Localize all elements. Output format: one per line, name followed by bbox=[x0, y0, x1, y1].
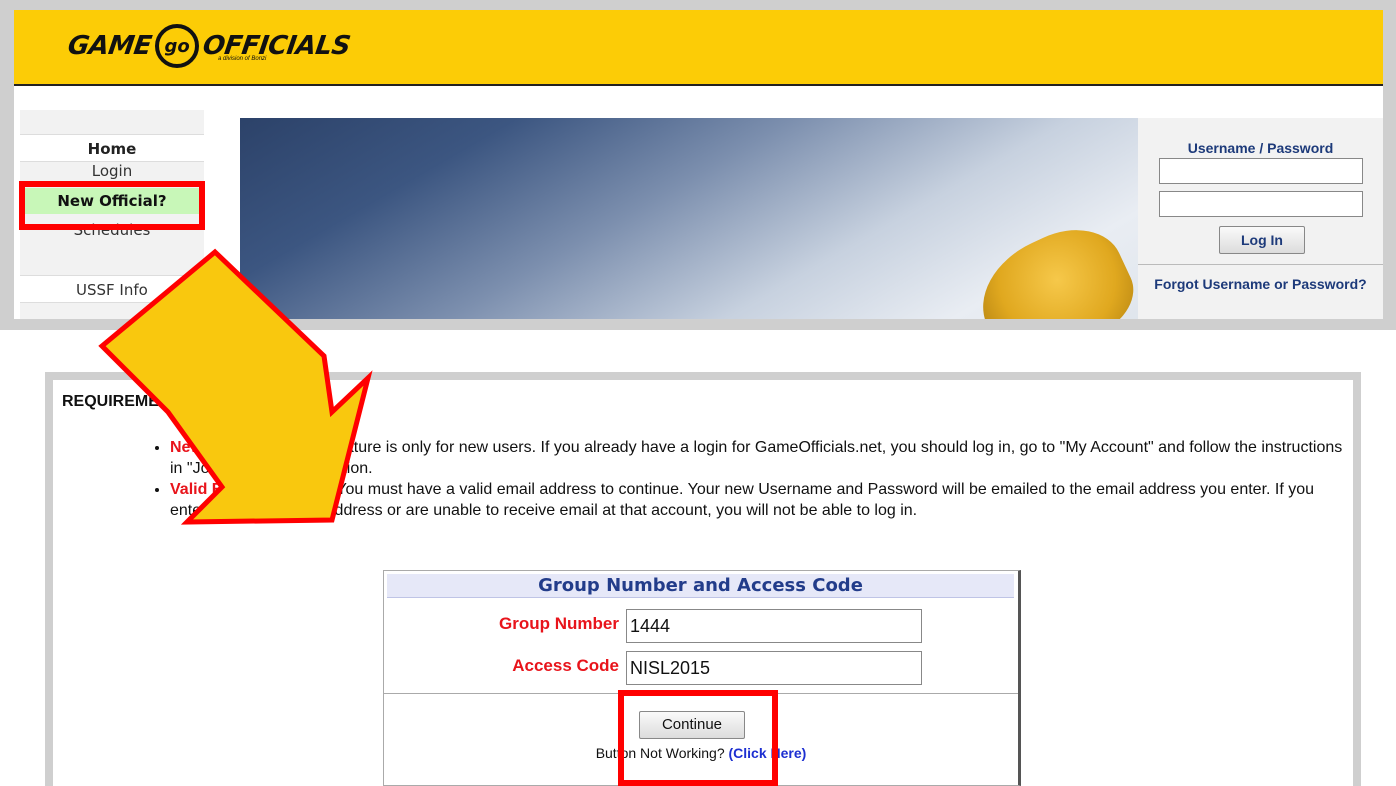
form-title: Group Number and Access Code bbox=[387, 574, 1014, 598]
requirement-item: Valid Email Address - You must have a va… bbox=[170, 479, 1348, 521]
requirement-text: - This feature is only for new users. If… bbox=[170, 439, 1343, 477]
nav-item-ussf-info[interactable]: USSF Info bbox=[20, 275, 204, 303]
requirements-list: New User Only - This feature is only for… bbox=[148, 437, 1348, 521]
nav-item-home[interactable]: Home bbox=[20, 134, 204, 162]
requirement-text: - You must have a valid email address to… bbox=[170, 481, 1315, 519]
access-code-input[interactable]: NISL2015 bbox=[626, 651, 922, 685]
hero-banner-image bbox=[240, 118, 1138, 319]
group-number-label: Group Number bbox=[499, 614, 619, 633]
access-code-label: Access Code bbox=[512, 656, 619, 675]
login-button[interactable]: Log In bbox=[1219, 226, 1305, 254]
forgot-password-link[interactable]: Forgot Username or Password? bbox=[1138, 276, 1383, 292]
requirements-heading: REQUIREMENTS bbox=[62, 393, 191, 410]
login-divider bbox=[1138, 264, 1383, 265]
site-page: GAME go OFFICIALS a division of Bonzi Ho… bbox=[14, 10, 1383, 319]
highlight-continue bbox=[618, 690, 778, 786]
umbrella-image bbox=[963, 211, 1138, 319]
requirement-term: Valid Email Address bbox=[170, 481, 323, 498]
requirement-item: New User Only - This feature is only for… bbox=[170, 437, 1348, 479]
logo-word-game: GAME bbox=[65, 31, 154, 61]
password-input[interactable] bbox=[1159, 191, 1363, 217]
login-box: Username / Password Log In Forgot Userna… bbox=[1138, 118, 1383, 319]
group-number-input[interactable]: 1444 bbox=[626, 609, 922, 643]
gameofficials-logo[interactable]: GAME go OFFICIALS a division of Bonzi bbox=[65, 16, 352, 76]
login-title: Username / Password bbox=[1187, 140, 1334, 156]
logo-go-circle: go bbox=[155, 24, 200, 68]
requirement-term: New User Only bbox=[170, 439, 283, 456]
logo-tagline: a division of Bonzi bbox=[218, 56, 267, 62]
username-input[interactable] bbox=[1159, 158, 1363, 184]
highlight-new-official bbox=[19, 181, 205, 230]
header-bar: GAME go OFFICIALS a division of Bonzi bbox=[14, 10, 1383, 86]
site-screenshot-panel: GAME go OFFICIALS a division of Bonzi Ho… bbox=[0, 0, 1396, 330]
nav-item-login[interactable]: Login bbox=[20, 162, 204, 180]
